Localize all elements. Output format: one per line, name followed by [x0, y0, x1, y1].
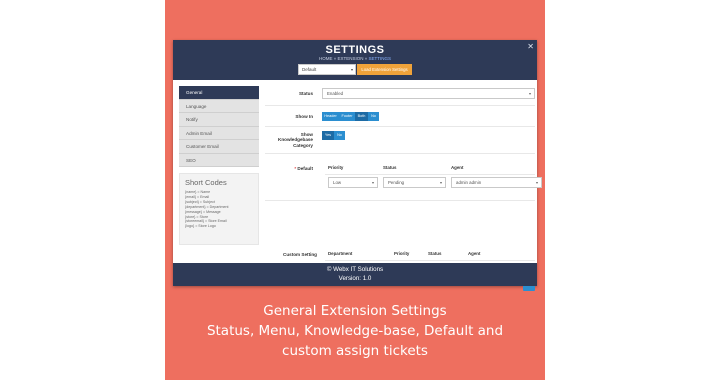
show-in-both-button[interactable]: Both — [355, 112, 368, 121]
chevron-down-icon: ▾ — [528, 91, 531, 96]
default-agent-select[interactable]: admin admin ▾ — [451, 177, 542, 188]
promo-banner: SETTINGS HOME » EXTENSION » SETTINGS ✕ D… — [165, 0, 545, 380]
caption-line-2: Status, Menu, Knowledge-base, Default an… — [206, 323, 504, 339]
custom-agent-header: Agent — [468, 251, 481, 256]
close-icon[interactable]: ✕ — [527, 42, 534, 51]
settings-sidebar: General Language Notify Admin Email Cust… — [179, 86, 259, 167]
chevron-down-icon: ▾ — [535, 180, 538, 185]
default-status-header: Status — [383, 165, 397, 170]
divider — [265, 153, 535, 154]
chevron-down-icon: ▾ — [439, 180, 442, 185]
divider — [325, 174, 535, 175]
status-select[interactable]: Enabled ▾ — [322, 88, 535, 99]
sidebar-item-seo[interactable]: SEO — [179, 153, 259, 167]
show-in-footer-button[interactable]: Footer — [339, 112, 355, 121]
sidebar-item-general[interactable]: General — [179, 86, 259, 100]
breadcrumb-settings: SETTINGS — [368, 56, 392, 61]
sidebar-item-language[interactable]: Language — [179, 99, 259, 113]
custom-department-header: Department — [328, 251, 353, 256]
default-agent-header: Agent — [451, 165, 464, 170]
sidebar-item-admin-email[interactable]: Admin Email — [179, 126, 259, 140]
caption-line-1: General Extension Settings — [263, 303, 447, 319]
page-title: SETTINGS — [325, 44, 385, 56]
show-in-label: Show In — [295, 114, 313, 119]
footer-version: Version: 1.0 — [338, 274, 372, 282]
default-priority-select[interactable]: Low ▾ — [328, 177, 378, 188]
short-codes-panel: Short Codes {name} = Name {email} = Emai… — [179, 173, 259, 245]
breadcrumb: HOME » EXTENSION » SETTINGS — [318, 56, 392, 61]
settings-window: SETTINGS HOME » EXTENSION » SETTINGS ✕ D… — [173, 40, 542, 291]
chevron-down-icon: ▾ — [371, 180, 374, 185]
show-in-no-button[interactable]: No — [368, 112, 379, 121]
knowledgebase-yes-button[interactable]: Yes — [322, 131, 334, 140]
status-label: Status — [298, 91, 313, 96]
breadcrumb-extension[interactable]: EXTENSION — [337, 56, 363, 61]
show-knowledgebase-label: Show Knowledgebase Category — [278, 132, 313, 148]
short-codes-title: Short Codes — [185, 178, 227, 187]
custom-setting-label: Custom Setting — [283, 252, 317, 257]
divider — [265, 200, 535, 201]
default-priority-header: Priority — [328, 165, 344, 170]
store-select[interactable]: Default ▾ — [298, 64, 356, 75]
show-in-header-button[interactable]: Header — [322, 112, 339, 121]
sidebar-item-customer-email[interactable]: Customer Email — [179, 140, 259, 154]
chevron-down-icon: ▾ — [350, 67, 353, 72]
default-status-select[interactable]: Pending ▾ — [383, 177, 446, 188]
divider — [265, 105, 535, 106]
sidebar-item-notify[interactable]: Notify — [179, 113, 259, 127]
divider — [325, 260, 535, 261]
custom-status-header: Status — [428, 251, 442, 256]
caption-line-3: custom assign tickets — [282, 343, 428, 359]
breadcrumb-home[interactable]: HOME — [319, 56, 333, 61]
short-code-line: {logo} = Store Logo — [185, 224, 216, 229]
load-extension-settings-button[interactable]: Load Extension Settings — [357, 64, 412, 75]
knowledgebase-no-button[interactable]: No — [334, 131, 345, 140]
custom-priority-header: Priority — [394, 251, 410, 256]
settings-footer: © Webx IT Solutions Version: 1.0 — [173, 263, 537, 286]
settings-header: SETTINGS HOME » EXTENSION » SETTINGS ✕ D… — [173, 40, 537, 80]
divider — [265, 126, 535, 127]
footer-company: © Webx IT Solutions — [326, 266, 384, 273]
default-label: * Default — [294, 166, 313, 171]
